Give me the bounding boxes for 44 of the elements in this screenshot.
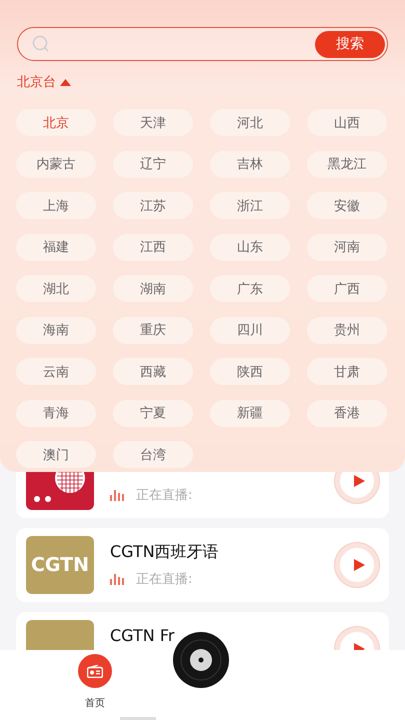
province-chip[interactable]: 吉林 <box>210 150 290 178</box>
live-status: 正在直播: <box>136 571 192 588</box>
province-chip[interactable]: 台湾 <box>113 441 193 468</box>
station-title: CGTN Fr <box>110 626 176 645</box>
province-chip[interactable]: 山东 <box>210 234 290 260</box>
province-chip[interactable]: 湖南 <box>113 275 193 302</box>
province-chip[interactable]: 澳门 <box>16 441 96 468</box>
province-chip[interactable]: 上海 <box>16 192 96 219</box>
province-chip[interactable]: 青海 <box>16 400 96 426</box>
province-chip[interactable]: 新疆 <box>210 400 290 426</box>
province-chip[interactable]: 香港 <box>307 400 387 426</box>
province-chip[interactable]: 福建 <box>16 234 96 260</box>
region-dropdown[interactable]: 北京台 <box>17 73 71 91</box>
province-chip[interactable]: 安徽 <box>307 192 387 219</box>
province-chip[interactable]: 宁夏 <box>113 400 193 426</box>
province-chip[interactable]: 山西 <box>307 109 387 136</box>
province-chip[interactable]: 北京 <box>16 109 96 136</box>
station-card[interactable]: CGTN Fr <box>16 612 389 650</box>
province-chip[interactable]: 内蒙古 <box>16 150 96 178</box>
province-chip[interactable]: 浙江 <box>210 192 290 219</box>
province-chip[interactable]: 甘肃 <box>307 358 387 385</box>
province-chip[interactable]: 河南 <box>307 234 387 260</box>
province-chip[interactable]: 贵州 <box>307 316 387 344</box>
search-button[interactable]: 搜索 <box>315 30 385 58</box>
cgtn-logo: CGTN <box>26 536 94 594</box>
province-chip[interactable]: 辽宁 <box>113 150 193 178</box>
station-card[interactable]: CGTN CGTN西班牙语 正在直播: <box>16 528 389 602</box>
province-chip[interactable]: 河北 <box>210 109 290 136</box>
province-chip[interactable]: 重庆 <box>113 316 193 344</box>
search-field[interactable]: 搜索 <box>17 27 388 61</box>
province-chip[interactable]: 天津 <box>113 109 193 136</box>
province-chip[interactable]: 陕西 <box>210 358 290 385</box>
province-chip[interactable]: 广东 <box>210 275 290 302</box>
province-chip[interactable]: 云南 <box>16 358 96 385</box>
province-chip[interactable]: 广西 <box>307 275 387 302</box>
province-chip[interactable]: 黑龙江 <box>307 150 387 178</box>
province-chip[interactable]: 西藏 <box>113 358 193 385</box>
province-chip[interactable]: 湖北 <box>16 275 96 302</box>
province-chip[interactable]: 海南 <box>16 316 96 344</box>
province-chip[interactable]: 江苏 <box>113 192 193 219</box>
province-chip[interactable]: 四川 <box>210 316 290 344</box>
live-status: 正在直播: <box>136 487 192 504</box>
province-chip[interactable]: 江西 <box>113 234 193 260</box>
station-title: CGTN西班牙语 <box>110 542 220 563</box>
